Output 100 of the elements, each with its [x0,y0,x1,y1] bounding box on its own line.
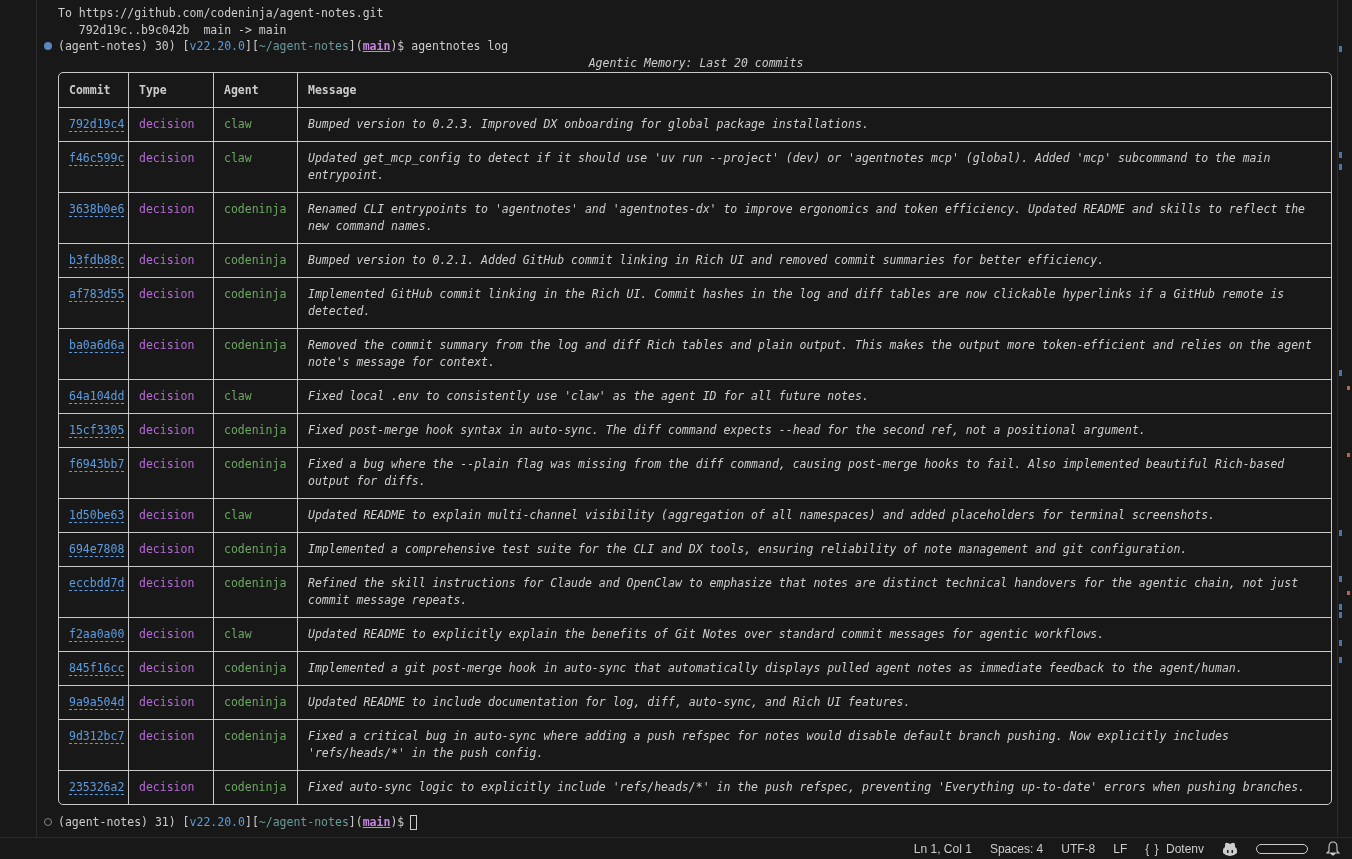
agent-name: codeninja [224,253,287,267]
directory-path: ~/agent-notes [258,38,349,55]
commit-message: Bumped version to 0.2.1. Added GitHub commit linking in Rich UI and removed commit summaries for better efficiency. [308,253,1105,267]
scrollbar-marker [1347,386,1350,390]
command-text: agentnotes log [411,38,509,55]
status-item[interactable]: Spaces: 4 [989,841,1044,856]
bell-icon[interactable] [1326,841,1340,856]
scrollbar-marker [1339,152,1342,158]
status-item[interactable]: UTF-8 [1061,841,1096,856]
commit-link[interactable]: 1d50be63 [69,508,125,523]
column-header: Commit [69,83,111,97]
agent-name: claw [224,627,252,641]
commit-message: Fixed post-merge hook syntax in auto-sync. The diff command expects --head for the second ref, not a positional argument. [308,423,1146,437]
agent-name: codeninja [224,729,287,743]
prompt-text: (agent-notes) 30) [ [58,38,190,55]
column-header: Message [308,83,357,97]
commit-link[interactable]: f6943bb7 [69,457,125,472]
commit-type: decision [139,542,195,556]
scrollbar-marker [1339,612,1342,618]
commit-link[interactable]: 792d19c4 [69,117,125,132]
commit-type: decision [139,338,195,352]
commit-link[interactable]: 845f16cc [69,661,125,676]
prompt-text: ]( [348,38,363,55]
commit-type: decision [139,117,195,131]
scrollbar-marker [1347,591,1350,595]
commit-link[interactable]: 3638b0e6 [69,202,125,217]
node-version: v22.20.0 [189,814,245,831]
commit-message: Updated README to explain multi-channel visibility (aggregation of all namespaces) and added placeholders for terminal screenshots. [308,508,1215,522]
commit-link[interactable]: 9d312bc7 [69,729,125,744]
commit-message: Renamed CLI entrypoints to 'agentnotes' and 'agentnotes-dx' to improve ergonomics and token efficiency. Updated README and skills to reflect the new command names. [308,202,1305,233]
commit-type: decision [139,508,195,522]
agent-name: codeninja [224,661,287,675]
commit-link[interactable]: 15cf3305 [69,423,125,438]
commit-link[interactable]: 694e7808 [69,542,125,557]
table-title: Agentic Memory: Last 20 commits [588,55,804,72]
commit-message: Fixed auto-sync logic to explicitly include 'refs/heads/*' in the push refspec, preventing 'Everything up-to-date' errors when pushing branches. [308,780,1305,794]
commit-link[interactable]: 235326a2 [69,780,125,795]
commit-message: Bumped version to 0.2.3. Improved DX onboarding for global package installations. [308,117,869,131]
commit-message: Implemented a git post-merge hook in auto-sync that automatically displays pulled agent notes as immediate feedback to the agent/human. [308,661,1243,675]
commit-message: Updated README to explicitly explain the benefits of Git Notes over standard commit messages for agentic workflows. [308,627,1105,641]
commit-type: decision [139,423,195,437]
commit-message: Updated README to include documentation for log, diff, auto-sync, and Rich UI features. [308,695,911,709]
directory-path: ~/agent-notes [258,814,349,831]
scrollbar-marker [1339,640,1342,646]
agent-name: codeninja [224,542,287,556]
agent-name: codeninja [224,695,287,709]
agent-name: claw [224,389,252,403]
node-version: v22.20.0 [189,38,245,55]
scrollbar-marker [1347,453,1350,457]
commit-type: decision [139,627,195,641]
commit-link[interactable]: eccbdd7d [69,576,125,591]
commit-message: Refined the skill instructions for Claude and OpenClaw to emphasize that notes are distinct technical handovers for the agentic chain, not just commit message repeats. [308,576,1299,607]
commit-link[interactable]: ba0a6d6a [69,338,125,353]
agent-name: claw [224,508,252,522]
commit-message: Fixed a critical bug in auto-sync where adding a push refspec for notes would disable default branch pushing. Now explicitly includes 'refs/heads/*' in the push config. [308,729,1229,760]
commit-link[interactable]: 9a9a504d [69,695,125,710]
commit-message: Implemented GitHub commit linking in the Rich UI. Commit hashes in the log and diff tables are now clickable hyperlinks if a GitHub remote is detected. [308,287,1285,318]
copilot-icon[interactable] [1222,841,1238,856]
commit-type: decision [139,287,195,301]
column-header: Type [139,83,167,97]
commit-message: Fixed local .env to consistently use 'claw' as the agent ID for all future notes. [308,389,869,403]
prompt-text: ][ [244,38,259,55]
scrollbar-marker [1339,46,1342,52]
commit-type: decision [139,202,195,216]
agent-name: codeninja [224,287,287,301]
agent-name: codeninja [224,202,287,216]
commit-type: decision [139,576,195,590]
commit-type: decision [139,389,195,403]
agent-name: codeninja [224,457,287,471]
commit-message: Fixed a bug where the --plain flag was missing from the diff command, causing post-merge hooks to fail. Also implemented beautiful Rich-based output for diffs. [308,457,1285,488]
agent-name: codeninja [224,338,287,352]
scrollbar-marker [1339,604,1342,610]
output-line: 792d19c..b9c042b main -> main [77,21,288,38]
scrollbar-track[interactable] [1337,0,1352,837]
commit-type: decision [139,661,195,675]
status-item[interactable]: Ln 1, Col 1 [913,841,972,856]
agent-name: claw [224,117,252,131]
commit-type: decision [139,729,195,743]
output-line: To https://github.com/codeninja/agent-notes.git [58,5,385,22]
commit-link[interactable]: f2aa0a00 [69,627,125,642]
prompt-text: (agent-notes) 31) [ [58,814,190,831]
branch-name: main [362,814,391,831]
scrollbar-marker [1339,164,1342,170]
scrollbar-marker [1339,530,1342,536]
scrollbar-marker [1339,576,1342,582]
commit-link[interactable]: b3fdb88c [69,253,125,268]
agent-name: codeninja [224,576,287,590]
prompt-text: ]( [348,814,363,831]
commit-link[interactable]: af783d55 [69,287,125,302]
text-cursor [410,815,418,830]
commit-type: decision [139,780,195,794]
agent-name: claw [224,151,252,165]
commit-link[interactable]: 64a104dd [69,389,125,404]
status-item[interactable]: LF [1113,841,1128,856]
column-header: Agent [224,83,259,97]
language-mode[interactable]: { } Dotenv [1145,841,1204,856]
commit-link[interactable]: f46c599c [69,151,125,166]
scrollbar-marker [1339,370,1342,376]
scrollbar-marker [1339,657,1342,663]
prompt-text: )$ [390,38,405,55]
